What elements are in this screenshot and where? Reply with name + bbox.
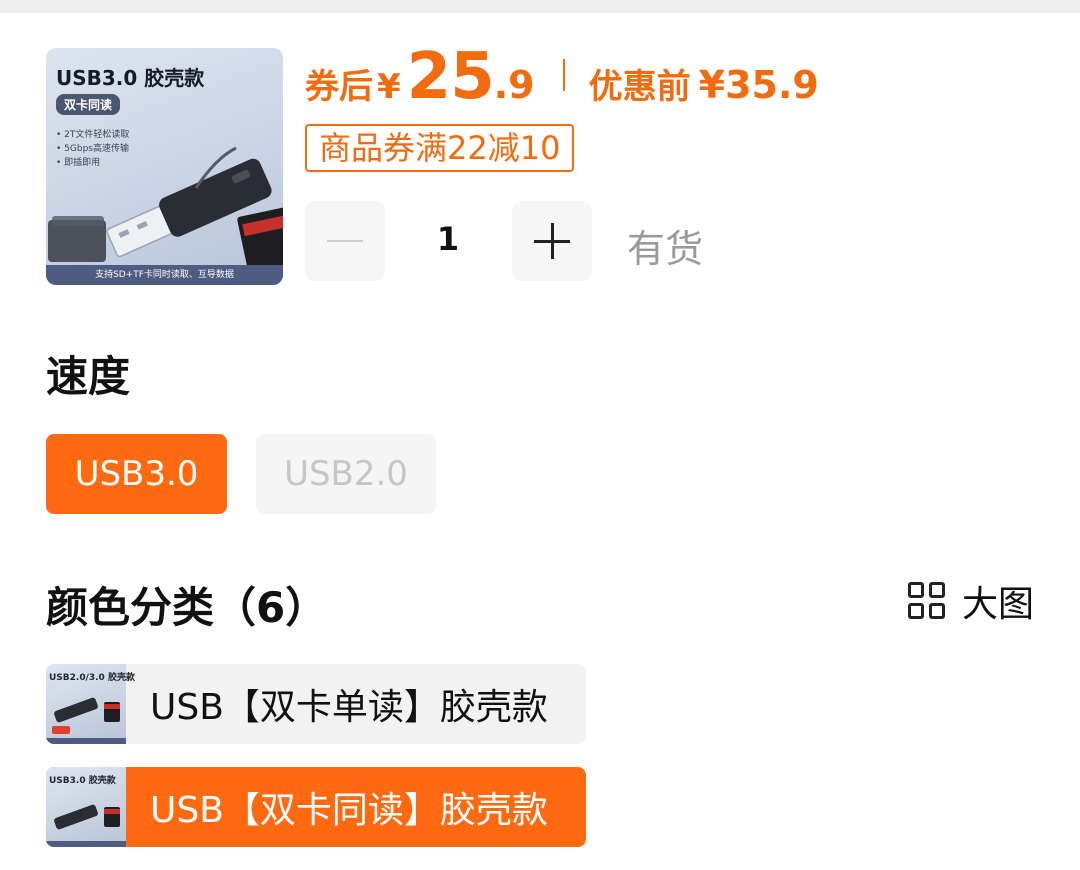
currency-symbol: ¥: [377, 67, 401, 107]
quantity-value[interactable]: 1: [408, 220, 488, 258]
variant-thumbnail-illustration: [52, 697, 120, 734]
coupon-tag[interactable]: 商品券满22减10: [305, 124, 575, 172]
variant-label: USB【双卡单读】胶壳款: [150, 687, 548, 728]
after-coupon-label: 券后: [305, 67, 373, 107]
variant-thumbnail-illustration: [54, 804, 120, 830]
top-strip: [0, 0, 1080, 13]
variant-thumbnail-footer: [46, 738, 126, 744]
grid-icon: [908, 582, 946, 620]
quantity-decrease-button[interactable]: [305, 201, 385, 281]
color-variant-dual-read[interactable]: USB3.0 胶壳款 USB【双卡同读】胶壳款: [46, 767, 586, 847]
product-thumbnail[interactable]: USB3.0 胶壳款 双卡同读 2T文件轻松读取 5Gbps高速传输 即插即用 …: [46, 48, 283, 285]
thumbnail-footer: 支持SD+TF卡同时读取、互导数据: [46, 265, 283, 285]
variant-label: USB【双卡同读】胶壳款: [150, 790, 548, 831]
price-integer: 25: [406, 40, 495, 114]
plus-icon: [534, 223, 570, 259]
price-decimal: .9: [493, 63, 535, 107]
variant-thumbnail: USB2.0/3.0 胶壳款: [46, 664, 135, 744]
color-section-title: 颜色分类（6）: [46, 583, 328, 632]
variant-thumbnail: USB3.0 胶壳款: [46, 767, 126, 847]
speed-section-title: 速度: [46, 352, 131, 401]
speed-option-usb2[interactable]: USB2.0: [256, 434, 436, 514]
big-view-label: 大图: [962, 584, 1035, 625]
before-discount-price: ¥35.9: [698, 63, 819, 107]
minus-icon: [327, 240, 363, 242]
speed-option-usb3[interactable]: USB3.0: [46, 434, 227, 514]
price-row: 券后 ¥ 25 .9 优惠前 ¥35.9: [305, 40, 819, 114]
quantity-increase-button[interactable]: [512, 201, 592, 281]
stock-status: 有货: [627, 227, 704, 271]
color-variant-single-read[interactable]: USB2.0/3.0 胶壳款 USB【双卡单读】胶壳款: [46, 664, 586, 744]
variant-thumbnail-footer: [46, 841, 126, 847]
price-divider: [562, 59, 565, 91]
card-reader-illustration: [48, 146, 283, 278]
big-view-button[interactable]: 大图: [908, 575, 1034, 627]
before-discount-label: 优惠前: [588, 67, 691, 107]
